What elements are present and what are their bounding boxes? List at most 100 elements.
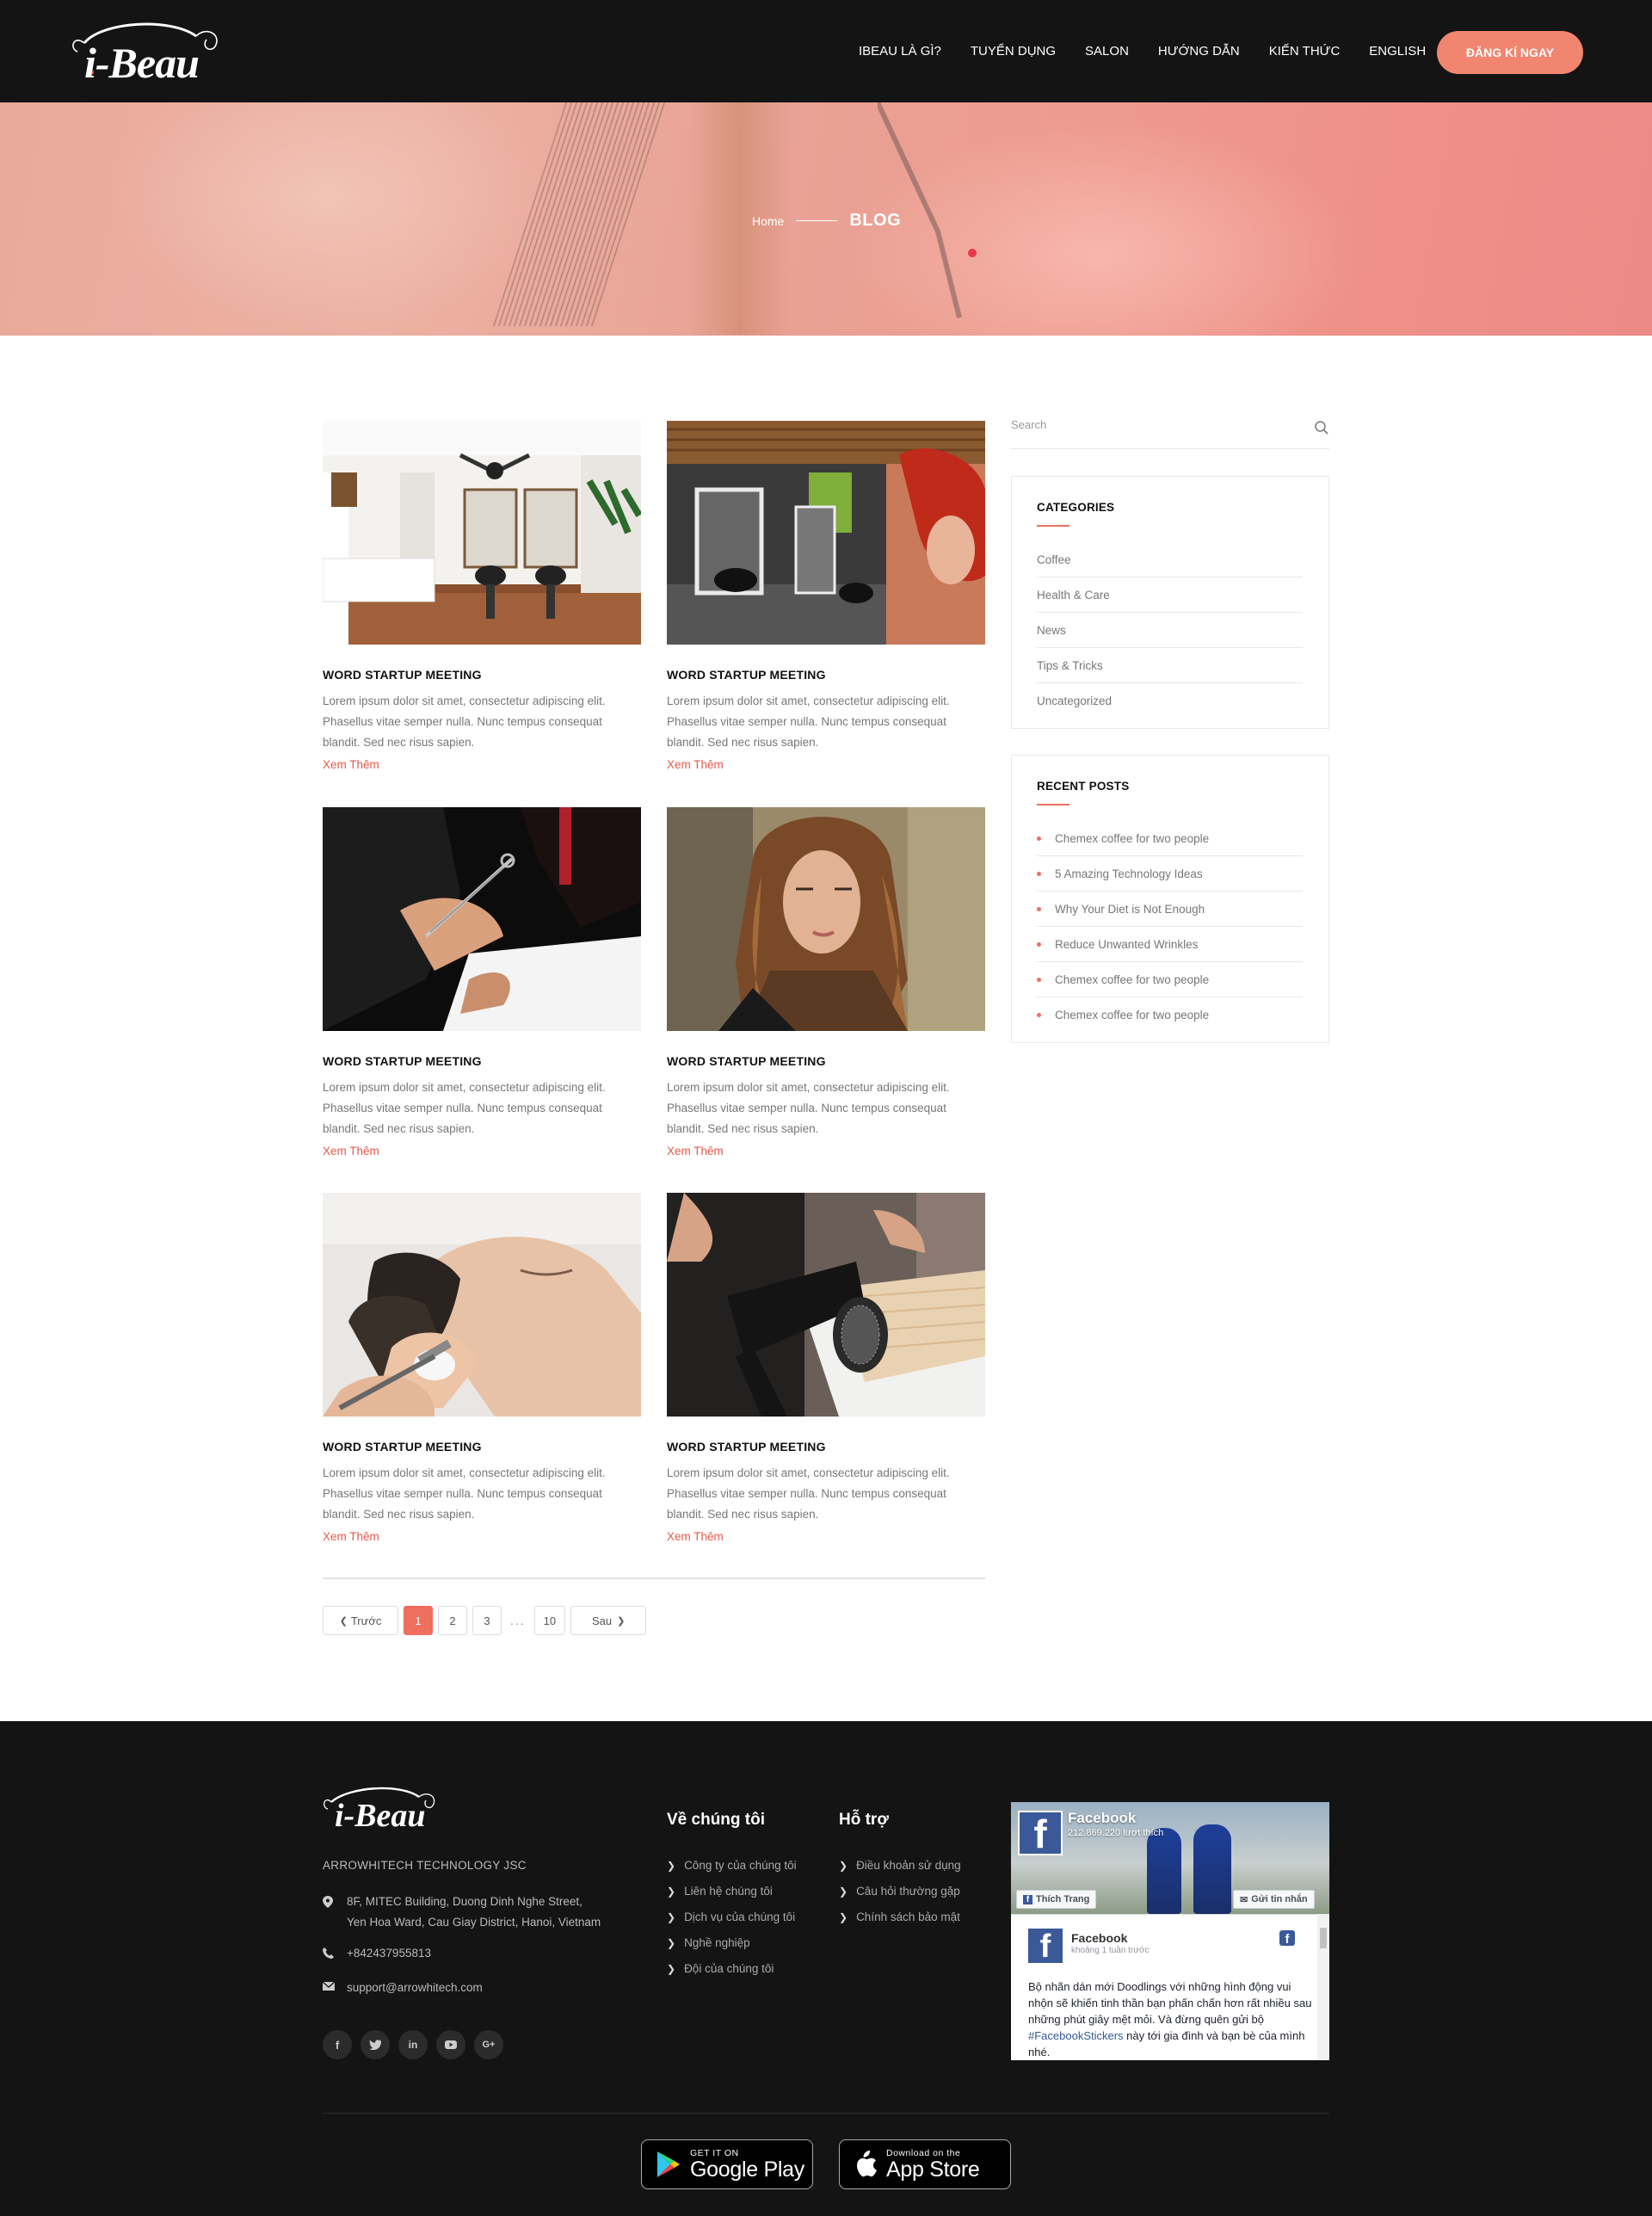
recent-post-label: Reduce Unwanted Wrinkles: [1055, 937, 1199, 951]
post-image-haircut-scissors[interactable]: [323, 807, 641, 1031]
pagination-page-1[interactable]: 1: [404, 1606, 433, 1635]
title-underline: [1037, 804, 1069, 806]
twitter-icon[interactable]: [361, 2030, 390, 2059]
pagination-next-button[interactable]: Sau ❯: [570, 1606, 647, 1635]
facebook-like-button[interactable]: f Thích Trang: [1016, 1890, 1097, 1909]
recent-post-item[interactable]: 5 Amazing Technology Ideas: [1037, 856, 1303, 892]
logo-text: i-Beau: [84, 39, 200, 87]
post-title[interactable]: WORD STARTUP MEETING: [667, 1440, 826, 1454]
hero-hand-left: [103, 102, 551, 336]
category-item[interactable]: Uncategorized: [1037, 683, 1303, 719]
post-image-hair-wash[interactable]: [323, 1193, 641, 1417]
pagination-prev-button[interactable]: ❮ Trước: [323, 1606, 398, 1635]
read-more-link[interactable]: Xem Thêm: [667, 1145, 724, 1157]
facebook-post-author[interactable]: Facebook: [1071, 1931, 1127, 1945]
read-more-link[interactable]: Xem Thêm: [323, 1530, 379, 1543]
post-image-hair-dryer-brush[interactable]: [667, 1193, 985, 1417]
post-image-salon-interior-white[interactable]: [323, 421, 641, 645]
facebook-brand-icon: f: [1279, 1930, 1295, 1946]
footer-link[interactable]: ❯ Công ty của chúng tôi: [667, 1859, 797, 1872]
facebook-scrollbar[interactable]: [1317, 1914, 1329, 2060]
facebook-logo-icon[interactable]: f: [1018, 1811, 1063, 1855]
email-address[interactable]: support@arrowhitech.com: [347, 1978, 483, 1998]
post-card: WORD STARTUP MEETING Lorem ipsum dolor s…: [667, 807, 985, 1157]
nav-item-guide[interactable]: HƯỚNG DẪN: [1158, 44, 1240, 59]
post-title[interactable]: WORD STARTUP MEETING: [667, 668, 826, 682]
footer-link[interactable]: ❯ Dịch vụ của chúng tôi: [667, 1910, 795, 1923]
category-item[interactable]: News: [1037, 613, 1303, 648]
recent-post-item[interactable]: Chemex coffee for two people: [1037, 997, 1303, 1033]
category-item[interactable]: Health & Care: [1037, 577, 1303, 613]
recent-posts-title: RECENT POSTS: [1037, 780, 1130, 793]
category-item[interactable]: Tips & Tricks: [1037, 648, 1303, 683]
facebook-post-avatar[interactable]: f: [1028, 1929, 1063, 1963]
post-card: WORD STARTUP MEETING Lorem ipsum dolor s…: [323, 421, 641, 771]
categories-title: CATEGORIES: [1037, 501, 1115, 514]
nav-item-salon[interactable]: SALON: [1085, 44, 1129, 59]
breadcrumb-home[interactable]: Home: [752, 214, 784, 228]
pagination-page-last[interactable]: 10: [533, 1606, 566, 1635]
linkedin-icon[interactable]: in: [398, 2030, 428, 2059]
nav-item-recruitment[interactable]: TUYỂN DỤNG: [971, 44, 1056, 59]
search-box: [1011, 413, 1329, 449]
recent-post-item[interactable]: Reduce Unwanted Wrinkles: [1037, 927, 1303, 962]
category-item[interactable]: Coffee: [1037, 542, 1303, 577]
footer-link[interactable]: ❯ Liên hệ chúng tôi: [667, 1885, 773, 1898]
read-more-link[interactable]: Xem Thêm: [323, 1145, 379, 1157]
footer-divider: [323, 2113, 1329, 2114]
footer-link[interactable]: ❯ Câu hỏi thường gặp: [839, 1885, 960, 1898]
recent-post-item[interactable]: Chemex coffee for two people: [1037, 962, 1303, 997]
recent-post-item[interactable]: Why Your Diet is Not Enough: [1037, 892, 1303, 927]
post-image-woman-wavy-hair[interactable]: [667, 807, 985, 1031]
post-title[interactable]: WORD STARTUP MEETING: [323, 1054, 482, 1068]
google-play-icon: [657, 2151, 680, 2177]
google-play-badge[interactable]: GET IT ON Google Play: [641, 2139, 813, 2189]
footer-link-label: Nghề nghiệp: [684, 1936, 750, 1949]
cover-rider: [1193, 1824, 1231, 1914]
google-plus-icon[interactable]: G+: [474, 2030, 503, 2059]
pagination-page-2[interactable]: 2: [438, 1606, 467, 1635]
post-title[interactable]: WORD STARTUP MEETING: [667, 1054, 826, 1068]
footer-link-label: Chính sách bảo mật: [856, 1910, 960, 1923]
app-store-badge[interactable]: Download on the App Store: [839, 2139, 1011, 2189]
pagination-page-3[interactable]: 3: [472, 1606, 502, 1635]
post-excerpt: Lorem ipsum dolor sit amet, consectetur …: [667, 1466, 950, 1521]
footer-logo[interactable]: i-Beau: [323, 1783, 443, 1839]
nav-item-english[interactable]: ENGLISH: [1369, 44, 1426, 59]
envelope-icon: [323, 1978, 347, 1998]
post-excerpt: Lorem ipsum dolor sit amet, consectetur …: [667, 694, 950, 749]
recent-post-item[interactable]: Chemex coffee for two people: [1037, 821, 1303, 856]
facebook-icon[interactable]: f: [323, 2030, 352, 2059]
facebook-page-name[interactable]: Facebook: [1068, 1810, 1136, 1827]
footer-link[interactable]: ❯ Chính sách bảo mật: [839, 1910, 960, 1923]
facebook-message-button[interactable]: ✉ Gửi tin nhắn: [1233, 1890, 1315, 1909]
nav-item-ibeau[interactable]: IBEAU LÀ GÌ?: [859, 44, 941, 59]
post-image-salon-interior-dark[interactable]: [667, 421, 985, 645]
register-button[interactable]: ĐĂNG KÍ NGAY: [1437, 31, 1583, 74]
search-icon[interactable]: [1314, 420, 1329, 435]
read-more-link[interactable]: Xem Thêm: [323, 758, 379, 771]
site-logo[interactable]: i-Beau: [67, 17, 231, 87]
support-title: Hỗ trợ: [839, 1811, 889, 1829]
read-more-link[interactable]: Xem Thêm: [667, 1530, 724, 1543]
post-title[interactable]: WORD STARTUP MEETING: [323, 1440, 482, 1454]
scrollbar-thumb[interactable]: [1320, 1928, 1327, 1948]
address-row: 8F, MITEC Building, Duong Dinh Nghe Stre…: [323, 1892, 601, 1933]
facebook-hashtag-link[interactable]: #FacebookStickers: [1028, 2029, 1124, 2042]
post-title[interactable]: WORD STARTUP MEETING: [323, 668, 482, 682]
footer-logo-text: i-Beau: [335, 1798, 426, 1834]
read-more-link[interactable]: Xem Thêm: [667, 758, 724, 771]
footer-link-label: Liên hệ chúng tôi: [684, 1885, 773, 1898]
footer-link[interactable]: ❯ Điều khoản sử dụng: [839, 1859, 961, 1872]
youtube-icon[interactable]: [436, 2030, 465, 2059]
nav-item-knowledge[interactable]: KIẾN THỨC: [1269, 44, 1341, 59]
footer-link[interactable]: ❯ Đội của chúng tôi: [667, 1962, 774, 1975]
pagination-next-label: Sau: [591, 1614, 613, 1627]
facebook-post-time[interactable]: khoảng 1 tuần trước: [1071, 1946, 1150, 1955]
footer-link[interactable]: ❯ Nghề nghiệp: [667, 1936, 750, 1949]
search-input[interactable]: [1011, 418, 1295, 431]
cover-rider: [1147, 1828, 1181, 1914]
facebook-page-widget[interactable]: f Facebook 212.869.220 lượt thích f Thíc…: [1011, 1802, 1329, 2060]
phone-icon: [323, 1943, 347, 1964]
phone-number[interactable]: +842437955813: [347, 1943, 431, 1964]
